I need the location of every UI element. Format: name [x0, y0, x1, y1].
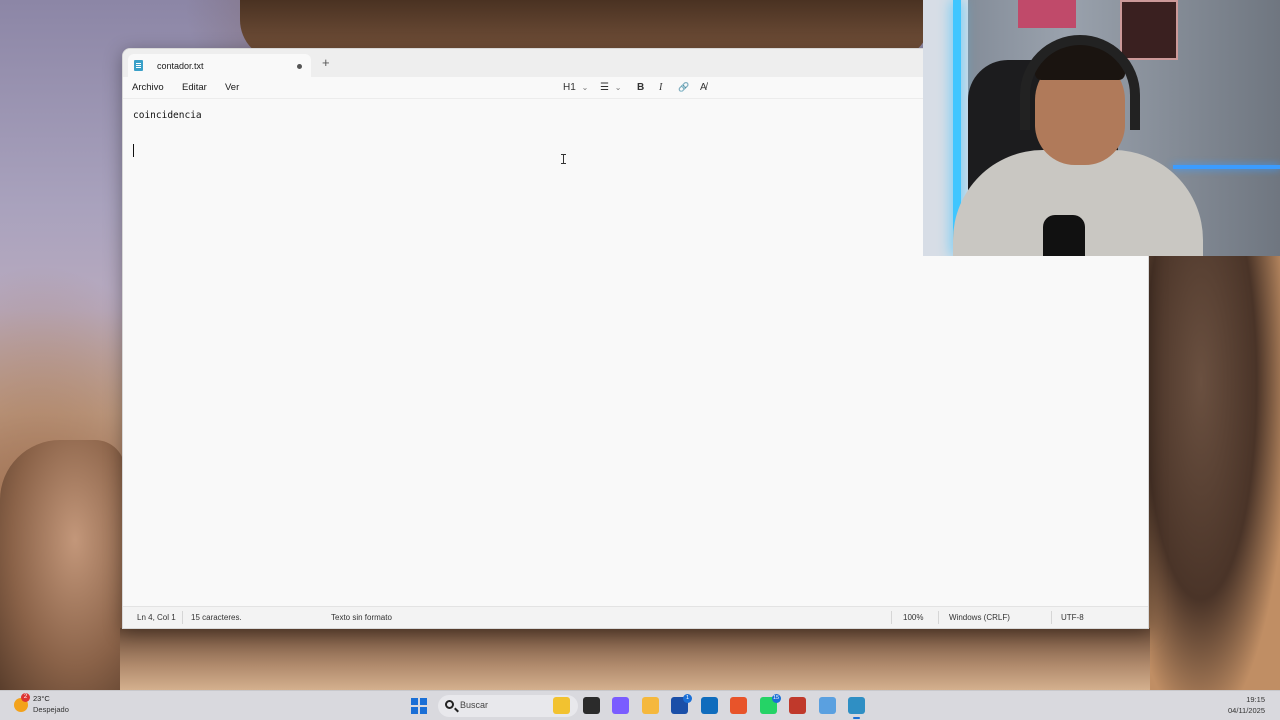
format-indicator[interactable]: Texto sin formato [331, 613, 392, 622]
list-icon: ☰ [600, 82, 609, 93]
webcam-overlay [923, 0, 1280, 256]
store-icon[interactable]: 1 [671, 694, 692, 714]
status-bar: Ln 4, Col 1 15 caracteres. Texto sin for… [123, 606, 1148, 628]
menu-editar[interactable]: Editar [182, 82, 207, 93]
heading-label: H1 [563, 82, 576, 93]
file-explorer-icon[interactable] [553, 697, 570, 714]
folder-icon[interactable] [641, 697, 659, 714]
windows-logo-icon [411, 698, 418, 705]
editor-line: coincidencia [133, 110, 202, 121]
webcam-light [1173, 165, 1280, 169]
active-indicator [853, 717, 860, 719]
vscode-icon[interactable] [818, 697, 836, 714]
search-icon [445, 700, 454, 709]
webcam-poster [1120, 0, 1178, 60]
heading-button[interactable]: H1 ⌄ [563, 81, 588, 94]
tab-title: contador.txt [157, 60, 204, 71]
webcam-poster [1018, 0, 1076, 28]
weather-temperature: 23°C [33, 694, 50, 703]
terminal-icon[interactable] [582, 697, 600, 714]
link-icon[interactable]: 🔗 [678, 81, 689, 94]
list-button[interactable]: ☰ ⌄ [600, 81, 621, 94]
notepad-icon [134, 60, 143, 71]
clock-time[interactable]: 19:15 [1246, 695, 1265, 704]
status-divider [1051, 611, 1052, 624]
cursor-position: Ln 4, Col 1 [137, 613, 176, 622]
weather-badge: 2 [21, 693, 30, 702]
text-caret [133, 144, 134, 157]
copilot-icon[interactable] [612, 697, 629, 714]
windows-logo-icon [420, 698, 427, 705]
windows-logo-icon [420, 707, 427, 714]
status-divider [938, 611, 939, 624]
notepad-icon[interactable] [848, 697, 865, 719]
tab-contador[interactable]: contador.txt [128, 54, 311, 77]
firefox-icon[interactable] [730, 697, 747, 714]
unsaved-indicator-icon[interactable] [297, 64, 302, 69]
wallpaper-rock [1148, 250, 1280, 690]
weather-description: Despejado [33, 705, 69, 714]
clear-format-icon[interactable]: A̸ [700, 81, 707, 94]
bold-button[interactable]: B [637, 81, 644, 94]
line-ending[interactable]: Windows (CRLF) [949, 613, 1010, 622]
notification-badge: 1 [683, 694, 692, 703]
chevron-down-icon: ⌄ [581, 83, 589, 92]
windows-logo-icon [411, 707, 418, 714]
character-count: 15 caracteres. [191, 613, 242, 622]
ibeam-cursor-icon [561, 154, 566, 164]
taskbar: 2 23°C Despejado Buscar 1 15 19:15 04/11/… [0, 690, 1280, 720]
wallpaper-rock [120, 628, 1150, 690]
status-divider [182, 611, 183, 624]
microphone-icon [1043, 215, 1085, 256]
search-placeholder: Buscar [460, 700, 489, 710]
status-divider [891, 611, 892, 624]
new-tab-button[interactable]: + [322, 56, 330, 70]
app-icon[interactable] [789, 697, 806, 714]
menu-ver[interactable]: Ver [225, 82, 239, 93]
notification-badge: 15 [771, 694, 781, 703]
menu-archivo[interactable]: Archivo [132, 82, 164, 93]
outlook-icon[interactable] [700, 697, 718, 714]
zoom-level[interactable]: 100% [903, 613, 923, 622]
wallpaper-rock [0, 440, 125, 690]
italic-button[interactable]: I [659, 81, 662, 94]
encoding[interactable]: UTF-8 [1061, 613, 1084, 622]
chevron-down-icon: ⌄ [614, 83, 622, 92]
clock-date[interactable]: 04/11/2025 [1228, 706, 1265, 715]
whatsapp-icon[interactable]: 15 [759, 694, 781, 714]
start-button[interactable] [411, 698, 427, 714]
